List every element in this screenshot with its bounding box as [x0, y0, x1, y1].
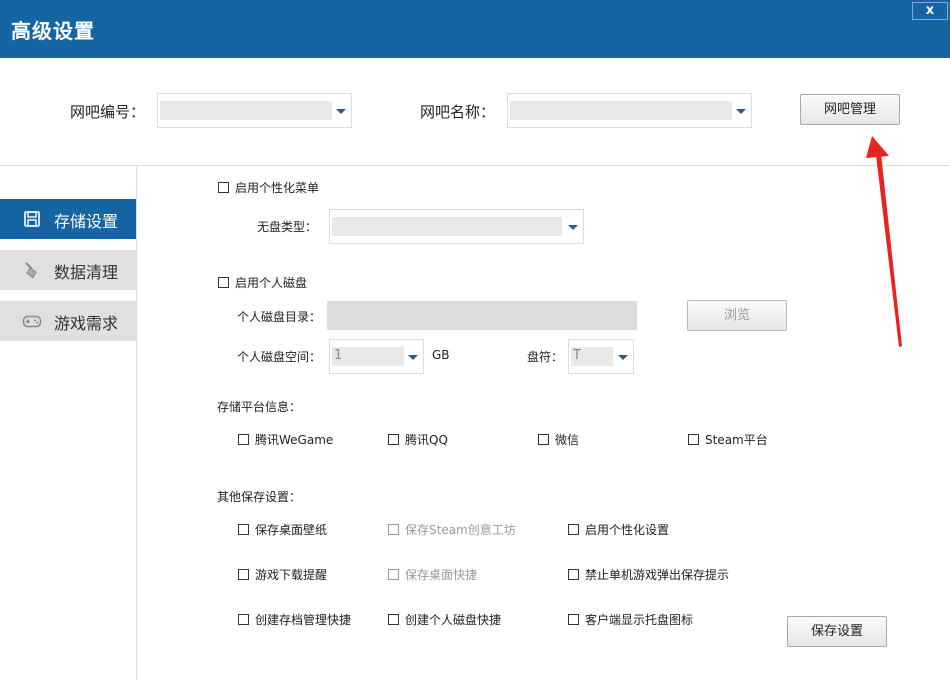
- checkbox-box[interactable]: [238, 614, 249, 625]
- disk-space-label: 个人磁盘空间：: [237, 350, 322, 364]
- sidebar-item-label: 数据清理: [54, 263, 119, 282]
- tray-icon-checkbox[interactable]: 客户端显示托盘图标: [568, 611, 693, 628]
- bar-name-label: 网吧名称：: [420, 103, 496, 121]
- save-settings-button[interactable]: 保存设置: [787, 616, 887, 647]
- checkbox-label: Steam平台: [705, 433, 768, 447]
- disk-dir-input[interactable]: [327, 301, 637, 330]
- drive-letter-select[interactable]: T: [568, 339, 634, 374]
- chevron-down-icon: [736, 108, 746, 114]
- personal-menu-checkbox[interactable]: 启用个性化菜单: [218, 179, 319, 196]
- browse-button[interactable]: 浏览: [687, 300, 787, 331]
- checkbox-box[interactable]: [218, 182, 229, 193]
- checkbox-label: 创建个人磁盘快捷: [405, 613, 502, 627]
- checkbox-box[interactable]: [238, 524, 249, 535]
- platform-section-title: 存储平台信息：: [217, 400, 302, 414]
- checkbox-label: 游戏下载提醒: [255, 568, 328, 582]
- checkbox-box[interactable]: [568, 524, 579, 535]
- platform-qq-checkbox[interactable]: 腾讯QQ: [388, 431, 448, 448]
- checkbox-box[interactable]: [688, 434, 699, 445]
- disable-save-prompt-checkbox[interactable]: 禁止单机游戏弹出保存提示: [568, 566, 729, 583]
- bar-name-select[interactable]: [507, 93, 752, 128]
- save-wallpaper-checkbox[interactable]: 保存桌面壁纸: [238, 521, 327, 538]
- archive-shortcut-checkbox[interactable]: 创建存档管理快捷: [238, 611, 351, 628]
- title-bar: 高级设置 x: [0, 0, 950, 58]
- disk-shortcut-checkbox[interactable]: 创建个人磁盘快捷: [388, 611, 501, 628]
- sidebar-item-label: 存储设置: [54, 212, 119, 231]
- drive-letter-label: 盘符：: [527, 350, 564, 364]
- save-desktop-shortcut-checkbox[interactable]: 保存桌面快捷: [388, 566, 477, 583]
- diskless-type-value: [332, 217, 562, 236]
- checkbox-label: 启用个人磁盘: [235, 276, 308, 290]
- checkbox-box[interactable]: [568, 569, 579, 580]
- platform-wegame-checkbox[interactable]: 腾讯WeGame: [238, 431, 333, 448]
- sidebar-item-label: 游戏需求: [54, 314, 119, 333]
- checkbox-label: 微信: [555, 433, 580, 447]
- checkbox-box[interactable]: [538, 434, 549, 445]
- disk-dir-label: 个人磁盘目录：: [237, 310, 322, 324]
- sidebar-divider: [136, 165, 137, 680]
- sidebar-item-cleanup[interactable]: 数据清理: [0, 250, 136, 290]
- close-button[interactable]: x: [912, 2, 948, 20]
- checkbox-label: 启用个性化菜单: [235, 181, 320, 195]
- checkbox-box[interactable]: [388, 524, 399, 535]
- chevron-down-icon: [336, 108, 346, 114]
- other-section-title: 其他保存设置：: [217, 490, 302, 504]
- diskless-type-label: 无盘类型：: [257, 220, 318, 234]
- disk-space-select[interactable]: 1: [329, 339, 424, 374]
- bar-id-label: 网吧编号：: [70, 103, 146, 121]
- checkbox-label: 创建存档管理快捷: [255, 613, 352, 627]
- chevron-down-icon: [408, 354, 418, 360]
- floppy-icon: [24, 211, 40, 227]
- checkbox-label: 客户端显示托盘图标: [585, 613, 694, 627]
- annotation-arrow-head: [866, 136, 889, 158]
- checkbox-box[interactable]: [568, 614, 579, 625]
- checkbox-box[interactable]: [388, 434, 399, 445]
- bar-manage-button[interactable]: 网吧管理: [800, 94, 900, 125]
- save-steam-workshop-checkbox[interactable]: 保存Steam创意工坊: [388, 521, 516, 538]
- chevron-down-icon: [568, 224, 578, 230]
- download-reminder-checkbox[interactable]: 游戏下载提醒: [238, 566, 327, 583]
- header-divider: [0, 165, 950, 166]
- chevron-down-icon: [618, 354, 628, 360]
- annotation-arrow-shaft: [876, 154, 902, 347]
- checkbox-label: 保存桌面快捷: [405, 568, 478, 582]
- checkbox-box[interactable]: [238, 569, 249, 580]
- checkbox-label: 腾讯QQ: [405, 433, 448, 447]
- personal-disk-checkbox[interactable]: 启用个人磁盘: [218, 274, 307, 291]
- checkbox-label: 禁止单机游戏弹出保存提示: [585, 568, 730, 582]
- gamepad-icon: [22, 315, 42, 328]
- checkbox-box[interactable]: [218, 277, 229, 288]
- platform-wechat-checkbox[interactable]: 微信: [538, 431, 579, 448]
- broom-icon: [25, 262, 37, 279]
- checkbox-label: 保存Steam创意工坊: [405, 523, 516, 537]
- window-title: 高级设置: [11, 19, 95, 43]
- bar-name-value: [510, 101, 732, 120]
- checkbox-label: 启用个性化设置: [585, 523, 670, 537]
- sidebar-item-storage[interactable]: 存储设置: [0, 199, 136, 239]
- sidebar-item-game-needs[interactable]: 游戏需求: [0, 301, 136, 341]
- drive-letter-value: T: [571, 347, 613, 366]
- checkbox-label: 腾讯WeGame: [255, 433, 334, 447]
- bar-id-select[interactable]: [157, 93, 352, 128]
- checkbox-box[interactable]: [388, 569, 399, 580]
- checkbox-box[interactable]: [238, 434, 249, 445]
- diskless-type-select[interactable]: [329, 209, 584, 244]
- personal-settings-checkbox[interactable]: 启用个性化设置: [568, 521, 669, 538]
- checkbox-box[interactable]: [388, 614, 399, 625]
- bar-id-value: [160, 101, 332, 120]
- checkbox-label: 保存桌面壁纸: [255, 523, 328, 537]
- disk-space-unit: GB: [432, 348, 450, 362]
- disk-space-value: 1: [332, 347, 404, 366]
- platform-steam-checkbox[interactable]: Steam平台: [688, 431, 768, 448]
